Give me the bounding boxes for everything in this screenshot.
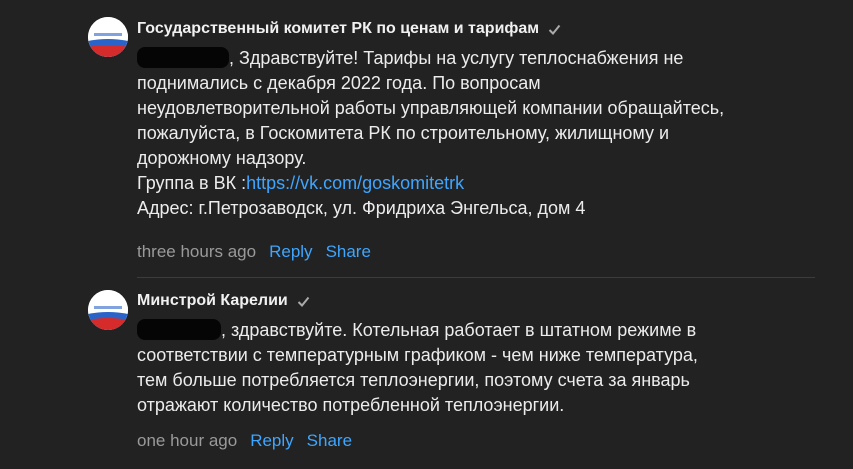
- author-name[interactable]: Минстрой Карелии: [137, 292, 288, 310]
- share-button[interactable]: Share: [326, 242, 371, 262]
- redacted-username: [137, 47, 229, 68]
- comment-body: , здравствуйте. Котельная работает в шта…: [137, 318, 837, 418]
- body-line: соответствии с температурным графиком - …: [137, 345, 698, 365]
- address-line: Адрес: г.Петрозаводск, ул. Фридриха Энге…: [137, 198, 586, 218]
- timestamp: one hour ago: [137, 431, 238, 450]
- avatar[interactable]: [88, 17, 128, 57]
- comment-meta: three hours ago Reply Share: [137, 242, 371, 262]
- author-name[interactable]: Государственный комитет РК по ценам и та…: [137, 20, 539, 38]
- body-line: отражают количество потребленной теплоэн…: [137, 395, 565, 415]
- author-row: Минстрой Карелии: [137, 292, 310, 310]
- avatar[interactable]: [88, 290, 128, 330]
- reply-button[interactable]: Reply: [269, 242, 312, 262]
- vk-label: Группа в ВК :: [137, 173, 247, 193]
- body-line: неудовлетворительной работы управляющей …: [137, 98, 725, 118]
- vk-link[interactable]: https://vk.com/goskomitetrk: [246, 173, 464, 193]
- redacted-username: [137, 319, 221, 340]
- body-line: , Здравствуйте! Тарифы на услугу теплосн…: [229, 48, 684, 68]
- comment-meta: one hour ago Reply Share: [137, 431, 352, 451]
- divider: [137, 277, 815, 278]
- reply-button[interactable]: Reply: [250, 431, 293, 451]
- comment-body: , Здравствуйте! Тарифы на услугу теплосн…: [137, 46, 837, 221]
- timestamp: three hours ago: [137, 242, 257, 261]
- body-line: , здравствуйте. Котельная работает в шта…: [221, 320, 697, 340]
- comments-feed: Государственный комитет РК по ценам и та…: [0, 0, 853, 469]
- checkmark-icon: [297, 296, 310, 307]
- body-line: дорожному надзору.: [137, 148, 307, 168]
- author-row: Государственный комитет РК по ценам и та…: [137, 20, 561, 38]
- body-line: тем больше потребляется теплоэнергии, по…: [137, 370, 690, 390]
- body-line: поднимались с декабря 2022 года. По вопр…: [137, 73, 541, 93]
- share-button[interactable]: Share: [307, 431, 352, 451]
- body-line: пожалуйста, в Госкомитета РК по строител…: [137, 123, 670, 143]
- checkmark-icon: [548, 24, 561, 35]
